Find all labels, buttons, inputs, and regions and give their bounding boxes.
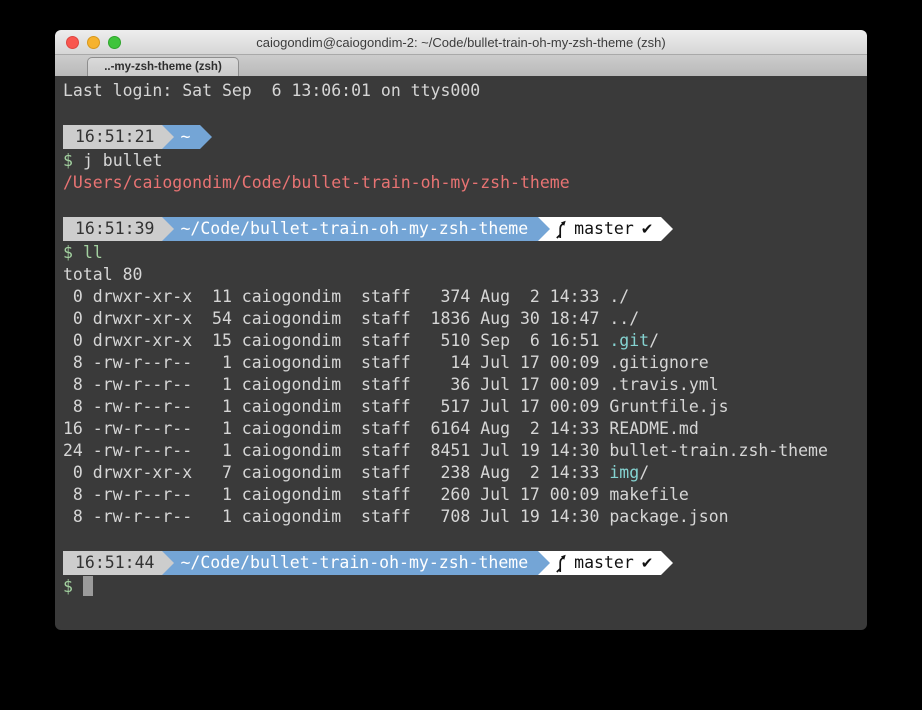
prompt-symbol: $ (63, 151, 73, 170)
tab-label: ..-my-zsh-theme (zsh) (104, 61, 222, 73)
listing-row: 24 -rw-r--r-- 1 caiogondim staff 8451 Ju… (63, 440, 859, 462)
listing-row: 8 -rw-r--r-- 1 caiogondim staff 36 Jul 1… (63, 374, 859, 396)
powerline-separator-icon (200, 125, 212, 149)
last-login-line: Last login: Sat Sep 6 13:06:01 on ttys00… (63, 80, 859, 102)
prompt-symbol: $ (63, 243, 73, 262)
title-bar[interactable]: caiogondim@caiogondim-2: ~/Code/bullet-t… (55, 30, 867, 55)
prompt-line: 16:51:44 ~/Code/bullet-train-oh-my-zsh-t… (63, 551, 859, 575)
prompt-time-segment: 16:51:39 (63, 217, 162, 241)
git-branch-icon (554, 220, 567, 239)
git-branch-name: master (574, 217, 634, 241)
listing-row: 0 drwxr-xr-x 11 caiogondim staff 374 Aug… (63, 286, 859, 308)
command-line: $ j bullet (63, 150, 859, 172)
listing-row: 0 drwxr-xr-x 54 caiogondim staff 1836 Au… (63, 308, 859, 330)
git-clean-check-icon: ✔ (641, 551, 654, 575)
powerline-separator-icon (162, 125, 174, 149)
listing-row: 8 -rw-r--r-- 1 caiogondim staff 517 Jul … (63, 396, 859, 418)
listing-row: 0 drwxr-xr-x 7 caiogondim staff 238 Aug … (63, 462, 859, 484)
prompt-path-segment: ~/Code/bullet-train-oh-my-zsh-theme (174, 551, 538, 575)
listing-row: 8 -rw-r--r-- 1 caiogondim staff 14 Jul 1… (63, 352, 859, 374)
powerline-separator-icon (538, 551, 550, 575)
jump-output-line: /Users/caiogondim/Code/bullet-train-oh-m… (63, 172, 859, 194)
listing-total-line: total 80 (63, 264, 859, 286)
powerline-separator-icon (162, 551, 174, 575)
powerline-separator-icon (162, 217, 174, 241)
powerline-separator-icon (661, 551, 673, 575)
listing-row: 16 -rw-r--r-- 1 caiogondim staff 6164 Au… (63, 418, 859, 440)
zoom-button[interactable] (108, 36, 121, 49)
powerline-separator-icon (538, 217, 550, 241)
terminal-window: caiogondim@caiogondim-2: ~/Code/bullet-t… (55, 30, 867, 630)
traffic-lights (66, 36, 121, 49)
listing-row: 8 -rw-r--r-- 1 caiogondim staff 708 Jul … (63, 506, 859, 528)
window-title: caiogondim@caiogondim-2: ~/Code/bullet-t… (55, 35, 867, 50)
prompt-git-segment: master ✔ (550, 217, 661, 241)
powerline-separator-icon (661, 217, 673, 241)
listing-row: 8 -rw-r--r-- 1 caiogondim staff 260 Jul … (63, 484, 859, 506)
prompt-path-segment: ~ (174, 125, 200, 149)
minimize-button[interactable] (87, 36, 100, 49)
close-button[interactable] (66, 36, 79, 49)
prompt-line: 16:51:39 ~/Code/bullet-train-oh-my-zsh-t… (63, 217, 859, 241)
prompt-time-segment: 16:51:44 (63, 551, 162, 575)
prompt-symbol: $ (63, 577, 73, 596)
prompt-time-segment: 16:51:21 (63, 125, 162, 149)
file-listing: 0 drwxr-xr-x 11 caiogondim staff 374 Aug… (63, 286, 859, 528)
git-clean-check-icon: ✔ (641, 217, 654, 241)
command-line: $ ll (63, 242, 859, 264)
tab-active[interactable]: ..-my-zsh-theme (zsh) (87, 57, 239, 76)
current-command-line: $ (63, 576, 859, 598)
command-text: ll (83, 243, 103, 262)
prompt-line: 16:51:21 ~ (63, 125, 859, 149)
git-branch-icon (554, 554, 567, 573)
terminal-screen[interactable]: Last login: Sat Sep 6 13:06:01 on ttys00… (55, 76, 867, 630)
git-branch-name: master (574, 551, 634, 575)
listing-row: 0 drwxr-xr-x 15 caiogondim staff 510 Sep… (63, 330, 859, 352)
tab-bar: ..-my-zsh-theme (zsh) (55, 55, 867, 76)
command-text: j bullet (83, 151, 162, 170)
text-cursor (83, 576, 93, 596)
prompt-git-segment: master ✔ (550, 551, 661, 575)
prompt-path-segment: ~/Code/bullet-train-oh-my-zsh-theme (174, 217, 538, 241)
